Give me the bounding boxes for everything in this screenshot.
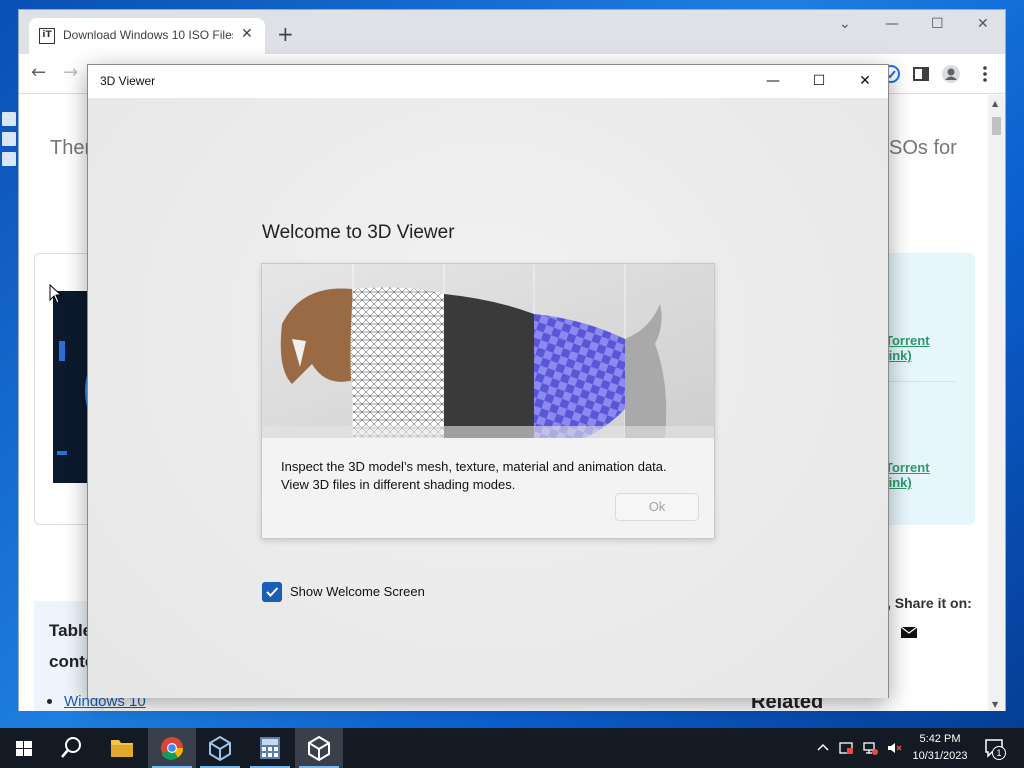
checkbox-label: Show Welcome Screen — [290, 584, 425, 599]
welcome-card: Inspect the 3D model’s mesh, texture, ma… — [261, 263, 715, 539]
tab-bar: iT Download Windows 10 ISO Files ✕ + ⌄ —… — [19, 10, 1005, 54]
scroll-thumb[interactable] — [992, 117, 1001, 135]
viewer-minimize-button[interactable]: — — [758, 71, 788, 93]
page-scrollbar[interactable]: ▲ ▼ — [988, 95, 1005, 711]
torrent-link[interactable]: Torrent link) — [885, 333, 930, 363]
network-icon[interactable] — [862, 740, 878, 756]
browser-minimize-button[interactable]: — — [885, 16, 899, 32]
share-label: , Share it on: — [887, 595, 972, 611]
welcome-heading: Welcome to 3D Viewer — [262, 222, 455, 243]
viewer-titlebar[interactable]: 3D Viewer — ☐ ✕ — [88, 65, 888, 98]
mouse-cursor-icon — [49, 284, 63, 304]
page-intro-text-right: SOs for — [889, 137, 957, 159]
search-button[interactable] — [48, 728, 96, 768]
browser-maximize-button[interactable]: ☐ — [931, 16, 944, 32]
page-intro-text: Ther — [50, 137, 92, 159]
start-button[interactable] — [0, 728, 48, 768]
back-arrow-icon[interactable]: ← — [31, 62, 46, 83]
checkbox-checked-icon[interactable] — [262, 582, 282, 602]
ok-button[interactable]: Ok — [615, 493, 699, 521]
clock-time[interactable]: 5:42 PM — [904, 733, 976, 745]
chrome-taskbar-button[interactable] — [148, 728, 196, 768]
scroll-up-icon[interactable]: ▲ — [992, 99, 998, 108]
download-card: Torrent link) Torrent link) — [885, 253, 975, 525]
3d-viewer-taskbar-button[interactable] — [295, 728, 343, 768]
email-share-icon[interactable] — [901, 627, 917, 638]
welcome-description: Inspect the 3D model’s mesh, texture, ma… — [281, 459, 667, 492]
3d-viewer-icon — [308, 735, 330, 762]
viewer-body: Welcome to 3D Viewer Inspect the 3D mode… — [88, 98, 888, 698]
torrent-link[interactable]: Torrent link) — [885, 460, 930, 490]
3d-viewer-window: 3D Viewer — ☐ ✕ Welcome to 3D Viewer Ins… — [87, 64, 889, 698]
notification-center-button[interactable]: 1 — [980, 736, 1010, 760]
notification-badge: 1 — [992, 746, 1006, 760]
browser-close-button[interactable]: ✕ — [977, 16, 989, 32]
file-explorer-icon — [111, 740, 133, 757]
chrome-icon — [161, 737, 184, 760]
viewer-title: 3D Viewer — [100, 74, 156, 88]
calculator-button[interactable] — [246, 728, 294, 768]
tab-title: Download Windows 10 ISO Files — [63, 28, 233, 42]
taskbar: 5:42 PM 10/31/2023 1 — [0, 728, 1024, 768]
clock-date[interactable]: 10/31/2023 — [904, 750, 976, 762]
forward-arrow-icon[interactable]: → — [63, 62, 78, 83]
volume-muted-icon[interactable] — [886, 740, 902, 756]
viewer-maximize-button[interactable]: ☐ — [804, 71, 834, 93]
site-favicon-icon: iT — [39, 28, 55, 44]
desktop-icon-partial[interactable] — [2, 112, 18, 182]
security-tray-icon[interactable] — [838, 740, 854, 756]
new-tab-button[interactable]: + — [277, 24, 294, 44]
chevron-up-icon[interactable] — [815, 740, 831, 756]
browser-tab[interactable]: iT Download Windows 10 ISO Files ✕ — [29, 18, 265, 54]
toc-bullet — [47, 699, 52, 704]
tab-close-icon[interactable]: ✕ — [241, 26, 253, 42]
3d-builder-button[interactable] — [196, 728, 244, 768]
more-menu-icon[interactable] — [975, 64, 995, 84]
side-panel-icon[interactable] — [911, 64, 931, 84]
3d-builder-icon — [209, 735, 231, 762]
hero-model-image — [262, 264, 714, 438]
scroll-down-icon[interactable]: ▼ — [992, 700, 998, 709]
tab-search-icon[interactable]: ⌄ — [839, 16, 851, 32]
profile-avatar-icon[interactable] — [941, 64, 961, 84]
viewer-close-button[interactable]: ✕ — [850, 71, 880, 93]
search-icon — [61, 737, 81, 758]
file-explorer-button[interactable] — [98, 728, 146, 768]
calculator-icon — [260, 737, 280, 759]
card-divider — [885, 381, 955, 382]
start-icon — [16, 741, 32, 756]
